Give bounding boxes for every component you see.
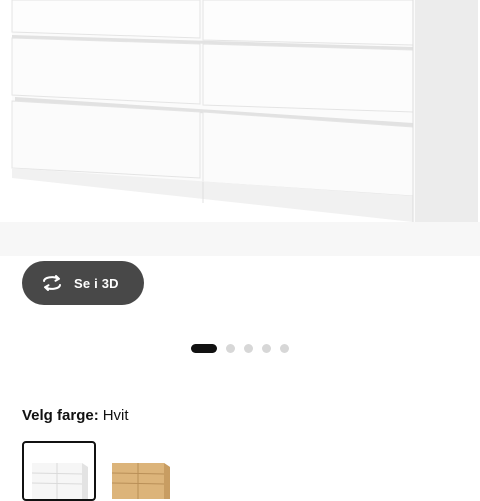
- carousel-dot-4[interactable]: [262, 343, 271, 353]
- white-swatch[interactable]: [22, 441, 96, 501]
- view-in-3d-label: Se i 3D: [74, 275, 119, 291]
- white-dresser-thumbnail: [31, 463, 88, 499]
- carousel-dot-5[interactable]: [280, 343, 289, 353]
- color-key-label: Velg farge:: [22, 407, 99, 424]
- view-in-3d-button[interactable]: Se i 3D: [22, 261, 144, 305]
- rotate-3d-icon: [40, 271, 64, 295]
- dresser-white-image: [0, 0, 480, 256]
- color-selector-label: Velg farge: Hvit: [22, 407, 129, 424]
- oak-dresser-thumbnail: [111, 463, 170, 499]
- selected-color-value: Hvit: [102, 407, 129, 424]
- product-image[interactable]: [0, 0, 480, 256]
- carousel-dot-1[interactable]: [191, 343, 217, 353]
- carousel-dot-2[interactable]: [226, 343, 235, 353]
- oak-swatch[interactable]: [104, 441, 178, 501]
- carousel-dot-3[interactable]: [244, 343, 253, 353]
- image-carousel-indicator: [0, 343, 480, 353]
